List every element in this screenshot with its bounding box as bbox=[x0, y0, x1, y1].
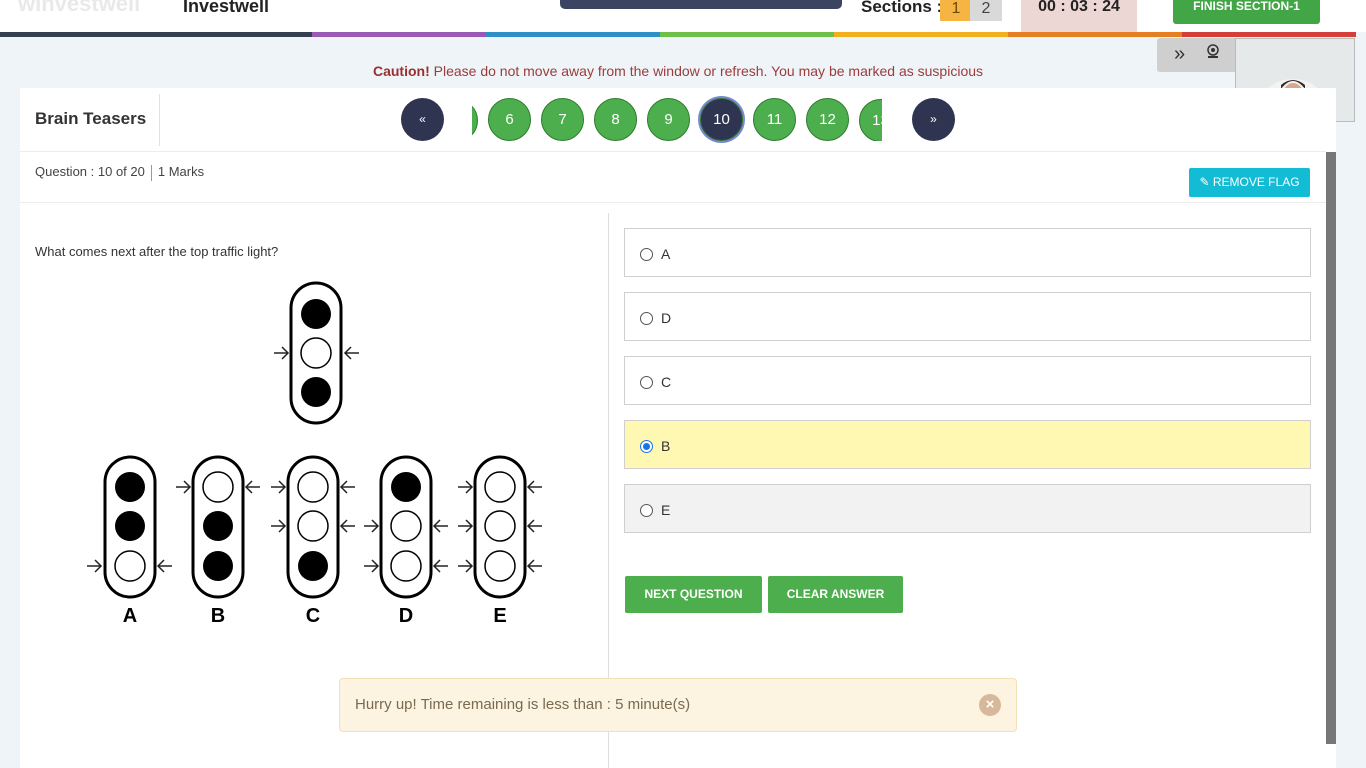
section-1-button[interactable]: 1 bbox=[940, 0, 972, 21]
question-6-button[interactable]: 6 bbox=[488, 98, 531, 141]
prev-questions-button[interactable]: « bbox=[401, 98, 444, 141]
sections-label: Sections : bbox=[861, 0, 943, 16]
webcam-icon[interactable] bbox=[1205, 43, 1221, 59]
scrollbar[interactable] bbox=[1326, 152, 1336, 744]
option-a-traffic-light bbox=[86, 455, 173, 599]
question-7-button[interactable]: 7 bbox=[541, 98, 584, 141]
header-center-bar bbox=[560, 0, 842, 9]
radio-button-checked[interactable] bbox=[640, 440, 653, 453]
option-e-traffic-light bbox=[457, 455, 543, 599]
finish-section-button[interactable]: FINISH SECTION-1 bbox=[1173, 0, 1320, 24]
remove-flag-button[interactable]: ✎ REMOVE FLAG bbox=[1189, 168, 1310, 197]
stripe-segment bbox=[1182, 32, 1356, 37]
divider bbox=[20, 202, 1326, 203]
countdown-timer: 00 : 03 : 24 bbox=[1021, 0, 1137, 32]
color-stripe bbox=[0, 32, 1356, 37]
divider bbox=[20, 151, 1326, 152]
question-traffic-light bbox=[273, 281, 360, 425]
option-label: B bbox=[661, 438, 671, 454]
option-label: A bbox=[661, 246, 671, 262]
radio-button[interactable] bbox=[640, 504, 653, 517]
figure-label-a: A bbox=[123, 605, 137, 627]
pin-icon: ✎ bbox=[1199, 175, 1213, 189]
proctor-panel: » bbox=[1157, 38, 1243, 72]
option-label: E bbox=[661, 502, 671, 518]
clear-answer-button[interactable]: CLEAR ANSWER bbox=[768, 576, 903, 613]
stripe-segment bbox=[312, 32, 486, 37]
next-questions-button[interactable]: » bbox=[912, 98, 955, 141]
brand-logo-ghost: wInvestwell bbox=[18, 0, 141, 16]
radio-button[interactable] bbox=[640, 248, 653, 261]
option-label: D bbox=[661, 310, 672, 326]
question-nav-item-partial[interactable]: 13 bbox=[859, 98, 882, 141]
question-11-button[interactable]: 11 bbox=[753, 98, 796, 141]
question-card: Brain Teasers « 5 6 7 8 9 10 11 12 13 » … bbox=[20, 88, 1336, 768]
option-label: C bbox=[661, 374, 672, 390]
option-b-traffic-light bbox=[175, 455, 261, 599]
next-question-button[interactable]: NEXT QUESTION bbox=[625, 576, 762, 613]
stripe-segment bbox=[0, 32, 312, 37]
close-icon[interactable]: × bbox=[979, 694, 1001, 716]
time-warning-toast: Hurry up! Time remaining is less than : … bbox=[339, 678, 1017, 732]
remove-flag-label: REMOVE FLAG bbox=[1212, 175, 1300, 189]
answer-option-e[interactable]: E bbox=[624, 484, 1311, 533]
subject-title: Brain Teasers bbox=[35, 109, 147, 128]
question-position: Question : 10 of 20 bbox=[35, 164, 145, 179]
question-13-button[interactable]: 13 bbox=[859, 99, 882, 141]
option-d-traffic-light bbox=[363, 455, 449, 599]
figure-label-c: C bbox=[306, 605, 320, 627]
separator bbox=[150, 164, 152, 181]
answer-option-d[interactable]: D bbox=[624, 292, 1311, 341]
option-c-traffic-light bbox=[270, 455, 356, 599]
section-2-button[interactable]: 2 bbox=[970, 0, 1002, 21]
figure-label-d: D bbox=[399, 605, 413, 627]
radio-button[interactable] bbox=[640, 312, 653, 325]
caution-label: Caution! bbox=[372, 63, 430, 79]
question-12-button[interactable]: 12 bbox=[806, 98, 849, 141]
brand-name: Investwell bbox=[183, 0, 270, 16]
stripe-segment bbox=[1008, 32, 1182, 37]
question-info: Question : 10 of 20 1 Marks bbox=[35, 164, 204, 181]
question-10-button-current[interactable]: 10 bbox=[700, 98, 743, 141]
answer-option-b-selected[interactable]: B bbox=[624, 420, 1311, 469]
question-5-button[interactable]: 5 bbox=[472, 99, 478, 141]
question-marks: 1 Marks bbox=[157, 164, 205, 179]
double-chevron-right-icon[interactable]: » bbox=[1174, 43, 1185, 66]
answer-option-c[interactable]: C bbox=[624, 356, 1311, 405]
question-text: What comes next after the top traffic li… bbox=[35, 244, 279, 259]
toast-message: Hurry up! Time remaining is less than : … bbox=[355, 696, 691, 713]
caution-message: Caution! Please do not move away from th… bbox=[0, 63, 1356, 79]
radio-button[interactable] bbox=[640, 376, 653, 389]
traffic-light-puzzle-figure: A B C D E bbox=[86, 281, 543, 627]
answer-option-a[interactable]: A bbox=[624, 228, 1311, 277]
question-8-button[interactable]: 8 bbox=[594, 98, 637, 141]
stripe-segment bbox=[486, 32, 660, 37]
divider bbox=[159, 94, 160, 146]
question-9-button[interactable]: 9 bbox=[647, 98, 690, 141]
figure-label-b: B bbox=[211, 605, 225, 627]
stripe-segment bbox=[660, 32, 834, 37]
top-header: wInvestwell Investwell Sections : 1 2 00… bbox=[0, 0, 1366, 32]
stripe-segment bbox=[834, 32, 1008, 37]
caution-text: Please do not move away from the window … bbox=[429, 63, 984, 79]
question-nav-item-partial[interactable]: 5 bbox=[472, 98, 478, 141]
figure-label-e: E bbox=[493, 605, 506, 627]
